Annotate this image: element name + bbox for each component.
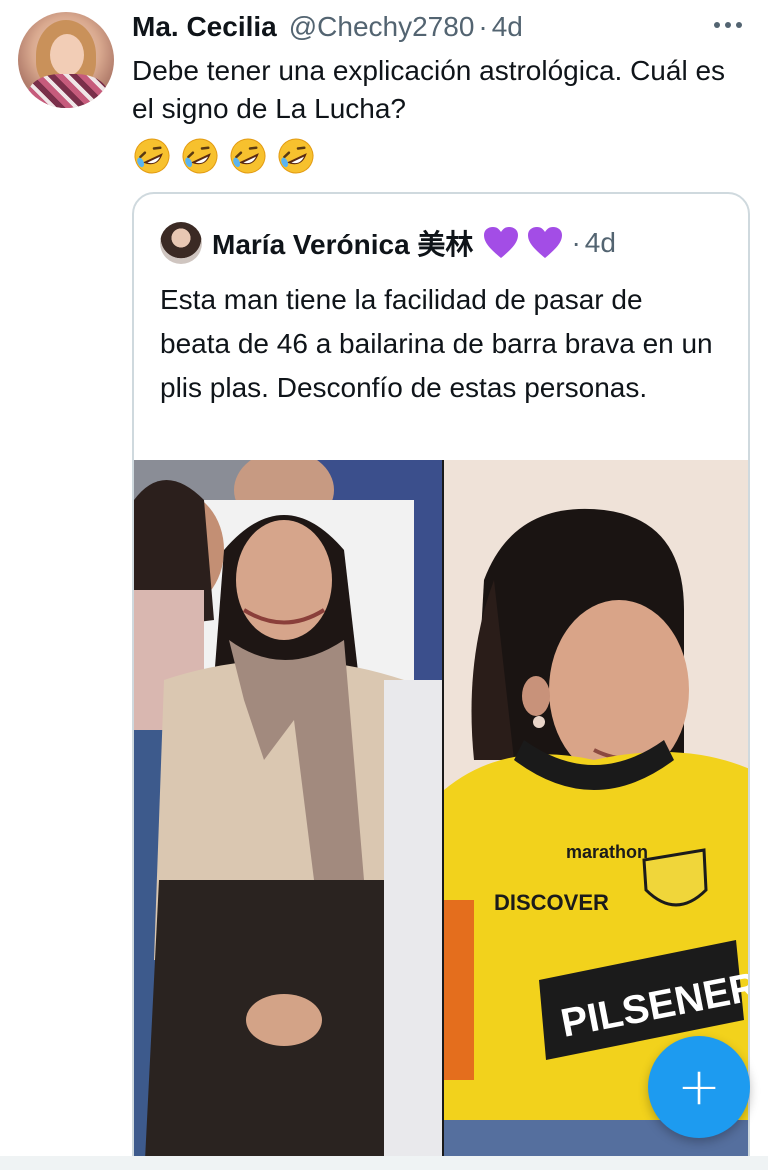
photo-woman-scarf: [134, 460, 442, 1170]
rolling-on-floor-laughing-icon: [134, 138, 170, 174]
quoted-tweet-timestamp[interactable]: 4d: [585, 227, 616, 259]
author-handle[interactable]: @Chechy2780: [289, 11, 475, 43]
quoted-author-avatar[interactable]: [160, 222, 202, 264]
emoji-row: [132, 136, 316, 176]
quoted-tweet-card[interactable]: María Verónica 美林 · 4d Esta man tiene la…: [132, 192, 750, 1170]
tweet-header: Ma. Cecilia @Chechy2780 · 4d: [132, 10, 523, 44]
tweet[interactable]: Ma. Cecilia @Chechy2780 · 4d Debe tener …: [0, 0, 768, 1170]
author-name[interactable]: Ma. Cecilia: [132, 11, 277, 43]
separator-dot: ·: [478, 11, 488, 42]
more-options-icon[interactable]: [710, 10, 746, 40]
rolling-on-floor-laughing-icon: [230, 138, 266, 174]
plus-icon: +: [677, 1057, 721, 1117]
author-avatar[interactable]: [18, 12, 114, 108]
jersey-sponsor-marathon: marathon: [566, 842, 648, 862]
avatar-face: [50, 34, 84, 76]
purple-heart-icon: [484, 227, 519, 258]
quoted-tweet-header: María Verónica 美林 · 4d: [212, 222, 616, 264]
rolling-on-floor-laughing-icon: [278, 138, 314, 174]
tweet-text: Debe tener una explicación astrológica. …: [132, 55, 726, 124]
rolling-on-floor-laughing-icon: [182, 138, 218, 174]
tweet-timestamp[interactable]: 4d: [492, 11, 523, 43]
heart-emoji-group: [483, 226, 563, 260]
purple-heart-icon: [528, 227, 563, 258]
bottom-edge: [0, 1156, 768, 1170]
separator-dot: ·: [571, 227, 581, 258]
avatar-dress: [28, 74, 108, 108]
jersey-sponsor-discover: DISCOVER: [494, 890, 609, 915]
quoted-tweet-text: Esta man tiene la facilidad de pasar de …: [160, 284, 713, 403]
media-image-left[interactable]: [134, 460, 442, 1170]
compose-tweet-button[interactable]: +: [648, 1036, 750, 1138]
quoted-author-name[interactable]: María Verónica 美林: [212, 223, 473, 263]
